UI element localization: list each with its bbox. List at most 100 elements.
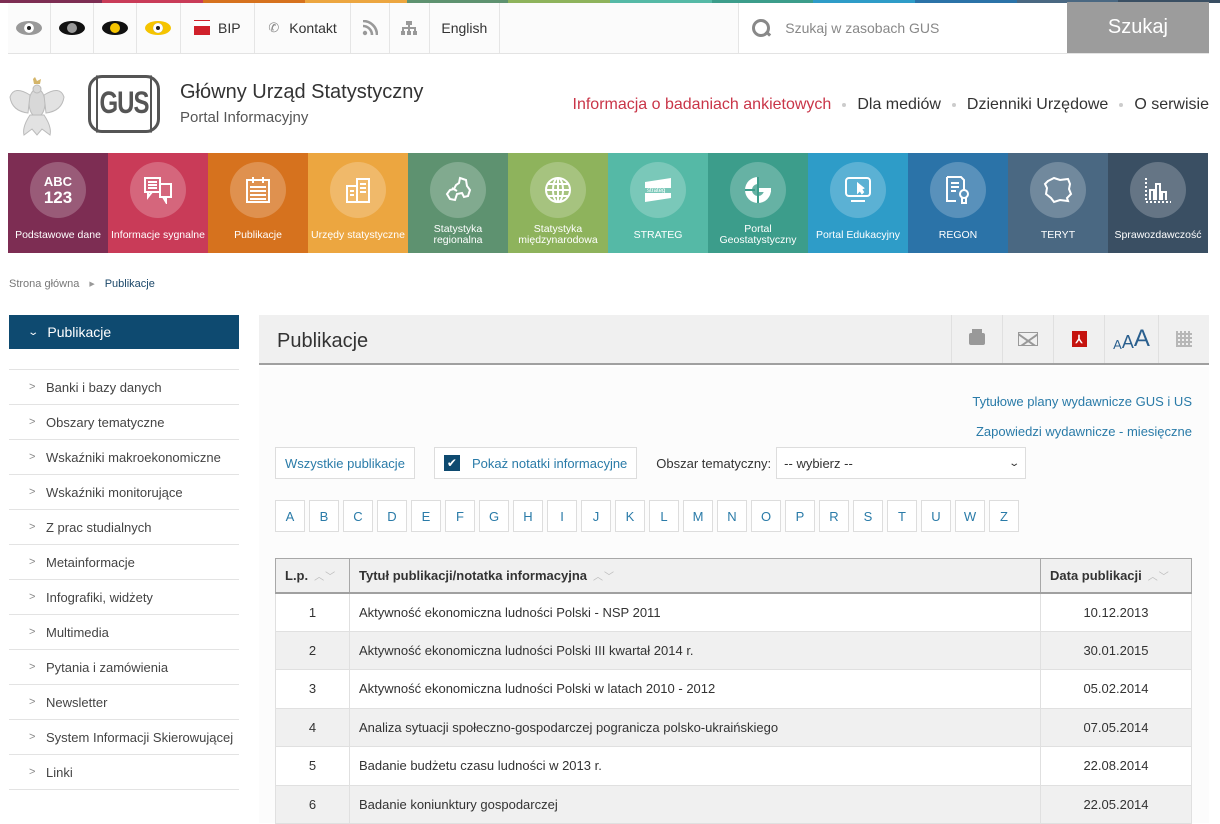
tile-podstawowe-dane[interactable]: ABC 123 Podstawowe dane (8, 153, 108, 253)
sidebar-item[interactable]: > Multimedia (9, 615, 239, 650)
topic-select[interactable]: -- wybierz -- ⌄ (776, 447, 1027, 479)
letter-filter-button[interactable]: B (309, 500, 339, 532)
sidebar-item-publikacje-active[interactable]: ⌄ Publikacje (9, 315, 239, 349)
contrast-default-button[interactable] (8, 3, 52, 53)
font-size-small-button[interactable]: A (1113, 338, 1122, 351)
tile-publikacje[interactable]: Publikacje (208, 153, 308, 253)
sidebar-item[interactable]: > Pytania i zamówienia (9, 650, 239, 685)
tile-sprawozdawczosc[interactable]: Sprawozdawczość (1108, 153, 1208, 253)
nav-badania-ankietowe[interactable]: Informacja o badaniach ankietowych (573, 96, 832, 114)
sidebar-item[interactable]: > Z prac studialnych (9, 510, 239, 545)
letter-filter-button[interactable]: M (683, 500, 713, 532)
sidebar-item[interactable]: > Obszary tematyczne (9, 405, 239, 440)
table-row[interactable]: 2 Aktywność ekonomiczna ludności Polski I… (275, 631, 1192, 670)
english-link[interactable]: English (430, 3, 501, 53)
letter-filter-button[interactable]: D (377, 500, 407, 532)
letter-filter-button[interactable]: P (785, 500, 815, 532)
cell-title[interactable]: Aktywność ekonomiczna ludności Polski II… (349, 631, 1041, 670)
tile-portal-geostatystyczny[interactable]: Portal Geostatystyczny (708, 153, 808, 253)
sidebar-item[interactable]: > Metainformacje (9, 545, 239, 580)
sidebar-item[interactable]: > Infografiki, widżety (9, 580, 239, 615)
letter-filter-button[interactable]: O (751, 500, 781, 532)
letter-filter-button[interactable]: Z (989, 500, 1019, 532)
table-row[interactable]: 5 Badanie budżetu czasu ludności w 2013 r… (275, 746, 1192, 786)
letter-filter-button[interactable]: C (343, 500, 373, 532)
tile-regon[interactable]: REGON (908, 153, 1008, 253)
tile-statystyka-miedzynarodowa[interactable]: Statystyka międzynarodowa (508, 153, 608, 253)
letter-filter-button[interactable]: W (955, 500, 985, 532)
rss-link[interactable] (351, 3, 391, 53)
letter-filter-button[interactable]: N (717, 500, 747, 532)
qr-code-button[interactable] (1158, 315, 1209, 363)
sidebar-item[interactable]: > Linki (9, 755, 239, 790)
link-plany-wydawnicze[interactable]: Tytułowe plany wydawnicze GUS i US (972, 387, 1192, 417)
cell-date: 22.05.2014 (1040, 785, 1192, 824)
alphabet-filter: ABCDEFGHIJKLMNOPRSTUWZ (275, 500, 1019, 532)
cell-title[interactable]: Badanie budżetu czasu ludności w 2013 r. (349, 746, 1041, 786)
letter-filter-button[interactable]: H (513, 500, 543, 532)
cell-title[interactable]: Aktywność ekonomiczna ludności Polski w … (349, 669, 1041, 709)
email-button[interactable] (1002, 315, 1053, 363)
pdf-icon: ⅄ (1071, 331, 1087, 347)
sidebar-item[interactable]: > Wskaźniki makroekonomiczne (9, 440, 239, 475)
cell-title[interactable]: Analiza sytuacji społeczno-gospodarczej … (349, 708, 1041, 747)
column-header-date[interactable]: Data publikacji ︿﹀ (1040, 558, 1192, 594)
sidebar-item-label: Obszary tematyczne (46, 415, 165, 430)
letter-filter-button[interactable]: K (615, 500, 645, 532)
column-header-lp[interactable]: L.p. ︿﹀ (275, 558, 350, 594)
cell-title[interactable]: Badanie koniunktury gospodarczej (349, 785, 1041, 824)
kontakt-link[interactable]: ✆ Kontakt (255, 3, 352, 53)
search-icon (751, 18, 771, 38)
contrast-black-white-button[interactable] (51, 3, 95, 53)
breadcrumb-home[interactable]: Strona główna (9, 278, 79, 290)
table-row[interactable]: 6 Badanie koniunktury gospodarczej 22.05.2… (275, 785, 1192, 824)
search-button[interactable]: Szukaj (1066, 2, 1209, 53)
sort-icon: ︿﹀ (314, 571, 337, 583)
rss-icon (363, 20, 379, 36)
letter-filter-button[interactable]: T (887, 500, 917, 532)
tile-urzedy-statystyczne[interactable]: Urzędy statystyczne (308, 153, 408, 253)
nav-dzienniki-urzedowe[interactable]: Dzienniki Urzędowe (967, 96, 1108, 114)
letter-filter-button[interactable]: A (275, 500, 305, 532)
sitemap-link[interactable] (390, 3, 430, 53)
tile-informacje-sygnalne[interactable]: Informacje sygnalne (108, 153, 208, 253)
letter-filter-button[interactable]: L (649, 500, 679, 532)
chevron-right-icon: > (29, 451, 36, 463)
tile-strateg[interactable]: strateg STRATEG (608, 153, 708, 253)
cell-title[interactable]: Aktywność ekonomiczna ludności Polski - … (349, 592, 1041, 632)
table-row[interactable]: 3 Aktywność ekonomiczna ludności Polski w… (275, 669, 1192, 709)
link-zapowiedzi-wydawnicze[interactable]: Zapowiedzi wydawnicze - miesięczne (972, 417, 1192, 447)
bip-link[interactable]: BIP (181, 3, 256, 53)
all-publications-button[interactable]: Wszystkie publikacje (275, 447, 415, 479)
letter-filter-button[interactable]: G (479, 500, 509, 532)
table-row[interactable]: 4 Analiza sytuacji społeczno-gospodarczej… (275, 708, 1192, 747)
letter-filter-button[interactable]: R (819, 500, 849, 532)
tile-label: Portal Edukacyjny (815, 228, 901, 241)
letter-filter-button[interactable]: S (853, 500, 883, 532)
table-row[interactable]: 1 Aktywność ekonomiczna ludności Polski -… (275, 592, 1192, 632)
tile-teryt[interactable]: TERYT (1008, 153, 1108, 253)
letter-filter-button[interactable]: I (547, 500, 577, 532)
sidebar-item[interactable]: > Banki i bazy danych (9, 370, 239, 405)
tile-statystyka-regionalna[interactable]: Statystyka regionalna (408, 153, 508, 253)
print-button[interactable] (951, 315, 1002, 363)
letter-filter-button[interactable]: U (921, 500, 951, 532)
font-size-medium-button[interactable]: A (1122, 333, 1134, 351)
letter-filter-button[interactable]: F (445, 500, 475, 532)
contrast-yellow-black-button[interactable] (137, 3, 181, 53)
contrast-black-yellow-button[interactable] (94, 3, 138, 53)
letter-filter-button[interactable]: E (411, 500, 441, 532)
sidebar-item[interactable]: > Newsletter (9, 685, 239, 720)
gus-logo[interactable]: GUS (88, 75, 160, 133)
tile-portal-edukacyjny[interactable]: Portal Edukacyjny (808, 153, 908, 253)
show-notes-checkbox[interactable]: ✔ Pokaż notatki informacyjne (433, 447, 638, 479)
column-header-title[interactable]: Tytuł publikacji/notatka informacyjna ︿﹀ (349, 558, 1041, 594)
nav-o-serwisie[interactable]: O serwisie (1134, 96, 1209, 114)
sidebar-item[interactable]: > Wskaźniki monitorujące (9, 475, 239, 510)
nav-dla-mediow[interactable]: Dla mediów (857, 96, 941, 114)
letter-filter-button[interactable]: J (581, 500, 611, 532)
sidebar-item[interactable]: > System Informacji Skierowującej (9, 720, 239, 755)
font-size-large-button[interactable]: A (1134, 327, 1150, 351)
search-input[interactable] (785, 20, 1046, 36)
pdf-button[interactable]: ⅄ (1053, 315, 1104, 363)
